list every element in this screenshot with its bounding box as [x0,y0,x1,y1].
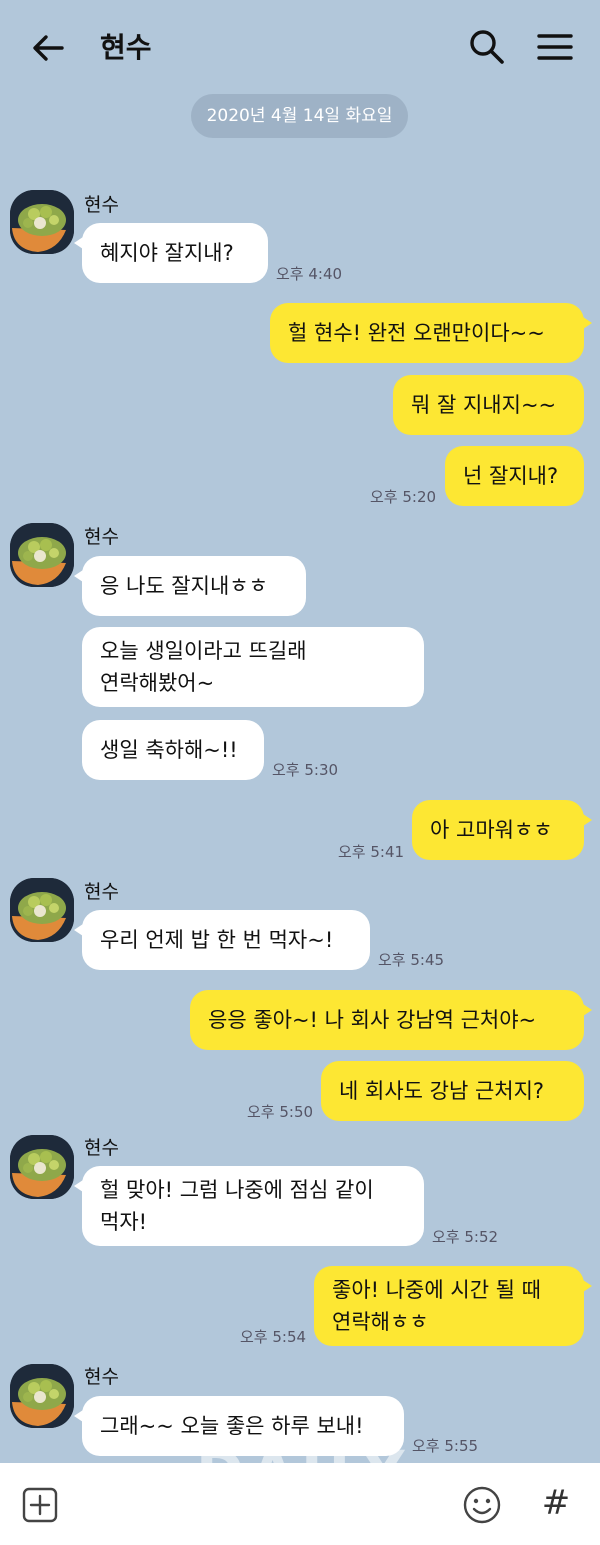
message-time: 오후 5:41 [338,843,405,861]
sender-name: 현수 [84,881,119,903]
message-bubble[interactable]: 혜지야 잘지내? [74,223,268,283]
avatar[interactable] [10,1135,74,1199]
chat-title: 현수 [100,31,152,64]
hash-icon[interactable]: # [538,1483,574,1523]
message-text: 응 나도 잘지내ㅎㅎ [100,574,268,598]
sender-name: 현수 [84,194,119,216]
avatar[interactable] [10,190,74,254]
message-text: 넌 잘지내? [463,464,559,488]
message-text: 우리 언제 밥 한 번 먹자~! [100,928,334,952]
message-bubble[interactable]: 응응 좋아~! 나 회사 강남역 근처야~ [190,990,592,1050]
message-bubble[interactable]: 뭐 잘 지내지~~ [393,375,584,435]
sender-name: 현수 [84,1137,119,1159]
avatar[interactable] [10,1364,74,1428]
back-button[interactable] [28,28,68,68]
message-time: 오후 4:40 [276,265,343,283]
message-bubble[interactable]: 헐 맞아! 그럼 나중에 점심 같이 먹자! [74,1166,424,1246]
arrow-left-icon [33,35,64,61]
menu-button[interactable] [534,26,576,68]
message-bubble[interactable]: 오늘 생일이라고 뜨길래 연락해봤어~ [82,627,424,707]
message-bubble[interactable]: 헐 현수! 완전 오랜만이다~~ [270,303,592,363]
message-bubble[interactable]: 아 고마워ㅎㅎ [412,800,592,860]
message-text: 아 고마워ㅎㅎ [430,818,553,842]
message-text-line: 연락해ㅎㅎ [332,1310,429,1334]
message-bubble[interactable]: 응 나도 잘지내ㅎㅎ [74,556,306,616]
message-text: 뭐 잘 지내지~~ [411,393,557,417]
search-button[interactable] [466,26,508,68]
plus-square-icon [22,1487,58,1523]
attach-button[interactable] [22,1487,58,1523]
message-text-line: 좋아! 나중에 시간 될 때 [332,1278,541,1302]
message-bubble[interactable]: 넌 잘지내? [445,446,584,506]
smiley-icon [463,1486,501,1524]
sender-name: 현수 [84,526,119,548]
message-time: 오후 5:30 [272,761,339,779]
message-bubble[interactable]: 네 회사도 강남 근처지? [321,1061,584,1121]
message-time: 오후 5:54 [240,1328,307,1346]
emoji-button[interactable] [462,1485,502,1525]
avatar[interactable] [10,878,74,942]
message-time: 오후 5:55 [412,1437,479,1455]
search-icon [470,30,504,64]
message-text-line: 오늘 생일이라고 뜨길래 [100,639,307,663]
message-time: 오후 5:20 [370,488,437,506]
message-time: 오후 5:45 [378,951,445,969]
message-text: 헐 현수! 완전 오랜만이다~~ [288,321,545,345]
message-text: 혜지야 잘지내? [100,241,234,265]
message-text: 응응 좋아~! 나 회사 강남역 근처야~ [208,1008,537,1032]
message-bubble[interactable]: 생일 축하해~!! [82,720,264,780]
message-time: 오후 5:52 [432,1228,499,1246]
message-bubble[interactable]: 좋아! 나중에 시간 될 때 연락해ㅎㅎ [314,1266,592,1346]
chat-header: 현수 [0,0,600,92]
message-time: 오후 5:50 [247,1103,314,1121]
message-text-line: 먹자! [100,1210,148,1234]
message-text-line: 연락해봤어~ [100,671,215,695]
message-input-bar: # [0,1463,600,1545]
message-text: 네 회사도 강남 근처지? [339,1079,545,1103]
message-bubble[interactable]: 우리 언제 밥 한 번 먹자~! [74,910,370,970]
message-text: 생일 축하해~!! [100,738,238,762]
date-divider: 2020년 4월 14일 화요일 [191,94,408,138]
avatar[interactable] [10,523,74,587]
message-text-line: 헐 맞아! 그럼 나중에 점심 같이 [100,1178,374,1202]
sender-name: 현수 [84,1366,119,1388]
hamburger-menu-icon [537,34,573,60]
